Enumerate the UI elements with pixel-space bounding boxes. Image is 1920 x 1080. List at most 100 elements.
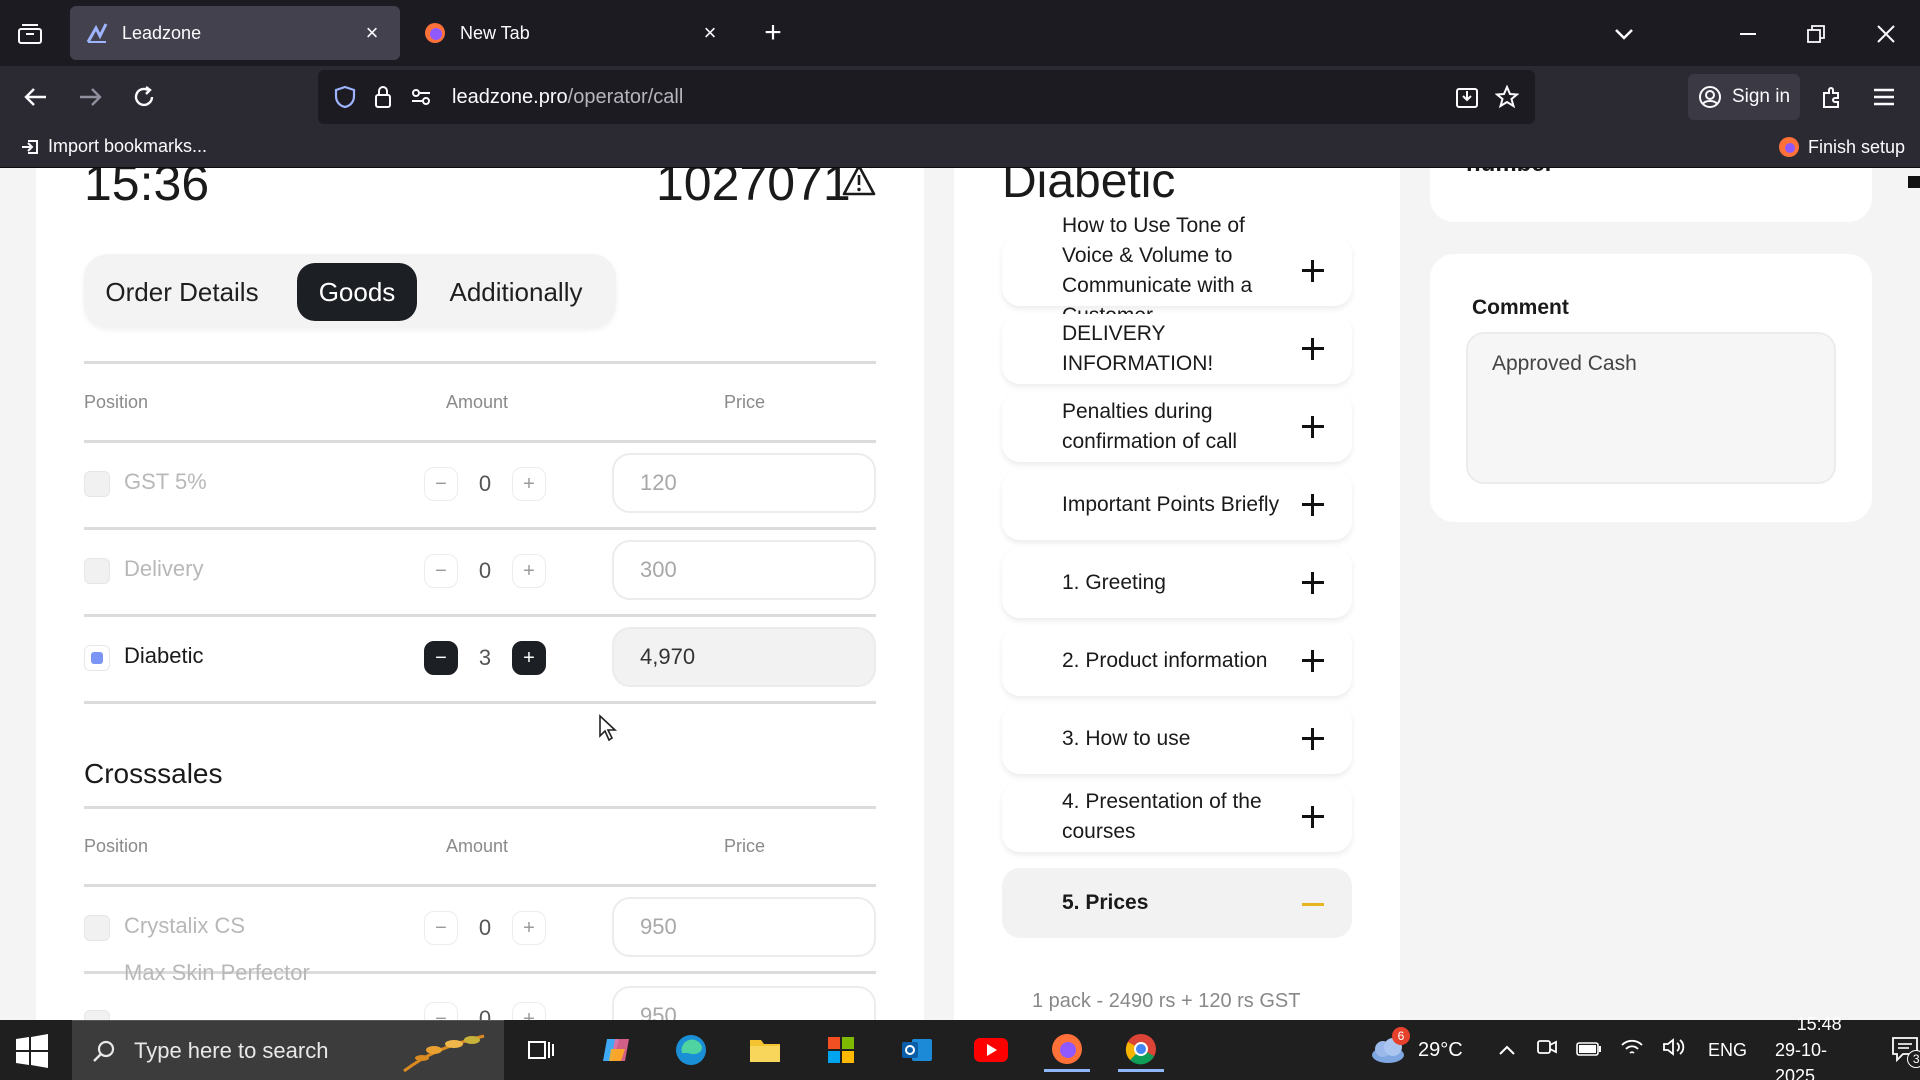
increment-button[interactable]: + xyxy=(512,554,546,588)
increment-button[interactable]: + xyxy=(512,911,546,945)
volume-icon[interactable] xyxy=(1662,1037,1686,1063)
meet-now-icon[interactable] xyxy=(1536,1037,1558,1063)
finish-setup-label: Finish setup xyxy=(1808,136,1906,157)
clock-time: 15:48 xyxy=(1796,1014,1842,1034)
expand-plus-icon[interactable] xyxy=(1302,728,1324,750)
tab-leadzone[interactable]: Leadzone × xyxy=(70,6,400,60)
tab-new-tab[interactable]: New Tab × xyxy=(408,6,738,60)
file-explorer-icon[interactable] xyxy=(742,1028,788,1072)
bookmark-star-icon[interactable] xyxy=(1487,77,1527,117)
expand-plus-icon[interactable] xyxy=(1302,338,1324,360)
tab-order-details[interactable]: Order Details xyxy=(96,263,268,321)
accordion-item[interactable]: Important Points Briefly xyxy=(1002,470,1352,540)
battery-icon[interactable] xyxy=(1576,1039,1602,1062)
outlook-icon[interactable] xyxy=(894,1028,940,1072)
row-checkbox[interactable] xyxy=(84,1010,110,1020)
accordion-item[interactable]: 3. How to use xyxy=(1002,704,1352,774)
firefox-favicon-icon xyxy=(424,22,446,44)
decrement-button[interactable]: − xyxy=(424,641,458,675)
clock[interactable]: 15:48 29-10-2025 xyxy=(1775,1011,1863,1080)
accordion-item[interactable]: 1. Greeting xyxy=(1002,548,1352,618)
notifications-icon[interactable]: 3 xyxy=(1891,1036,1920,1068)
decrement-button[interactable]: − xyxy=(424,1002,458,1020)
url-bar[interactable]: leadzone.pro/operator/call xyxy=(318,70,1535,124)
language-indicator[interactable]: ENG xyxy=(1708,1040,1747,1061)
expand-plus-icon[interactable] xyxy=(1302,650,1324,672)
decrement-button[interactable]: − xyxy=(424,554,458,588)
warning-icon[interactable] xyxy=(842,168,876,198)
weather-cloud-icon: 6 xyxy=(1368,1027,1410,1065)
taskbar-search-box[interactable]: Type here to search xyxy=(72,1020,504,1080)
increment-button[interactable]: + xyxy=(512,641,546,675)
minimize-window-icon[interactable] xyxy=(1728,14,1768,54)
mouse-cursor-icon xyxy=(598,714,618,742)
weather-widget[interactable]: 6 29°C xyxy=(1368,1020,1463,1080)
extensions-puzzle-icon[interactable] xyxy=(1812,79,1852,115)
copilot-icon[interactable] xyxy=(594,1028,640,1072)
accordion-label: 5. Prices xyxy=(1062,891,1149,914)
row-checkbox[interactable] xyxy=(84,558,110,584)
close-tab-icon[interactable]: × xyxy=(698,20,722,45)
price-input[interactable]: 300 xyxy=(612,540,876,600)
increment-button[interactable]: + xyxy=(512,467,546,501)
accordion-item[interactable]: 2. Product information xyxy=(1002,626,1352,696)
close-tab-icon[interactable]: × xyxy=(360,20,384,45)
tracking-shield-icon[interactable] xyxy=(328,80,362,114)
row-checkbox[interactable] xyxy=(84,915,110,941)
reload-icon[interactable] xyxy=(124,79,164,115)
comment-textarea[interactable]: Approved Cash xyxy=(1466,332,1836,484)
accordion-item[interactable]: How to Use Tone of Voice & Volume to Com… xyxy=(1002,214,1352,327)
url-path: /operator/call xyxy=(567,85,684,108)
accordion-item[interactable]: DELIVERY INFORMATION! xyxy=(1002,314,1352,384)
clock-date: 29-10-2025 xyxy=(1775,1040,1828,1080)
url-text[interactable]: leadzone.pro/operator/call xyxy=(452,86,1447,109)
wifi-icon[interactable] xyxy=(1620,1037,1644,1063)
expand-plus-icon[interactable] xyxy=(1302,416,1324,438)
site-permissions-icon[interactable] xyxy=(404,80,438,114)
price-input[interactable]: 120 xyxy=(612,453,876,513)
accordion-item-open[interactable]: 5. Prices xyxy=(1002,868,1352,938)
accordion-label: 2. Product information xyxy=(1062,649,1268,672)
scrollbar-thumb[interactable] xyxy=(1908,176,1920,188)
price-input[interactable]: 950 xyxy=(612,897,876,957)
task-view-icon[interactable] xyxy=(518,1028,564,1072)
forward-arrow-icon[interactable] xyxy=(70,79,110,115)
decrement-button[interactable]: − xyxy=(424,911,458,945)
expand-plus-icon[interactable] xyxy=(1302,260,1324,282)
collapse-minus-icon[interactable] xyxy=(1302,903,1324,906)
sign-in-label: Sign in xyxy=(1731,86,1791,107)
edge-browser-icon[interactable] xyxy=(668,1028,714,1072)
accordion-item[interactable]: 4. Presentation of the courses xyxy=(1002,782,1352,852)
list-all-tabs-chevron-icon[interactable] xyxy=(1604,14,1644,54)
save-to-device-icon[interactable] xyxy=(1447,77,1487,117)
finish-setup-link[interactable]: Finish setup xyxy=(1778,136,1905,158)
sign-in-button[interactable]: Sign in xyxy=(1688,74,1800,120)
back-arrow-icon[interactable] xyxy=(16,79,56,115)
new-tab-plus-icon[interactable]: + xyxy=(756,16,790,50)
show-hidden-icons-chevron-icon[interactable] xyxy=(1498,1039,1516,1062)
row-checkbox-checked[interactable] xyxy=(84,645,110,671)
accordion-item[interactable]: Penalties during confirmation of call xyxy=(1002,392,1352,462)
chrome-taskbar-icon[interactable] xyxy=(1118,1028,1164,1072)
microsoft-store-icon[interactable] xyxy=(818,1028,864,1072)
price-input[interactable]: 950 xyxy=(612,986,876,1020)
row-checkbox[interactable] xyxy=(84,471,110,497)
price-input[interactable]: 4,970 xyxy=(612,627,876,687)
restore-window-icon[interactable] xyxy=(1796,14,1836,54)
import-bookmarks-link[interactable]: Import bookmarks... xyxy=(20,136,207,157)
decrement-button[interactable]: − xyxy=(424,467,458,501)
windows-start-icon[interactable] xyxy=(14,1034,54,1068)
firefox-taskbar-icon[interactable] xyxy=(1044,1028,1090,1072)
expand-plus-icon[interactable] xyxy=(1302,494,1324,516)
increment-button[interactable]: + xyxy=(512,1002,546,1020)
app-menu-hamburger-icon[interactable] xyxy=(1864,79,1904,115)
youtube-icon[interactable] xyxy=(968,1028,1014,1072)
row-position-name: Diabetic xyxy=(124,643,204,668)
lock-icon[interactable] xyxy=(366,80,400,114)
expand-plus-icon[interactable] xyxy=(1302,572,1324,594)
tab-goods[interactable]: Goods xyxy=(297,263,417,321)
tab-list-icon[interactable] xyxy=(12,18,48,50)
close-window-icon[interactable] xyxy=(1866,14,1906,54)
expand-plus-icon[interactable] xyxy=(1302,806,1324,828)
tab-additionally[interactable]: Additionally xyxy=(426,263,606,321)
